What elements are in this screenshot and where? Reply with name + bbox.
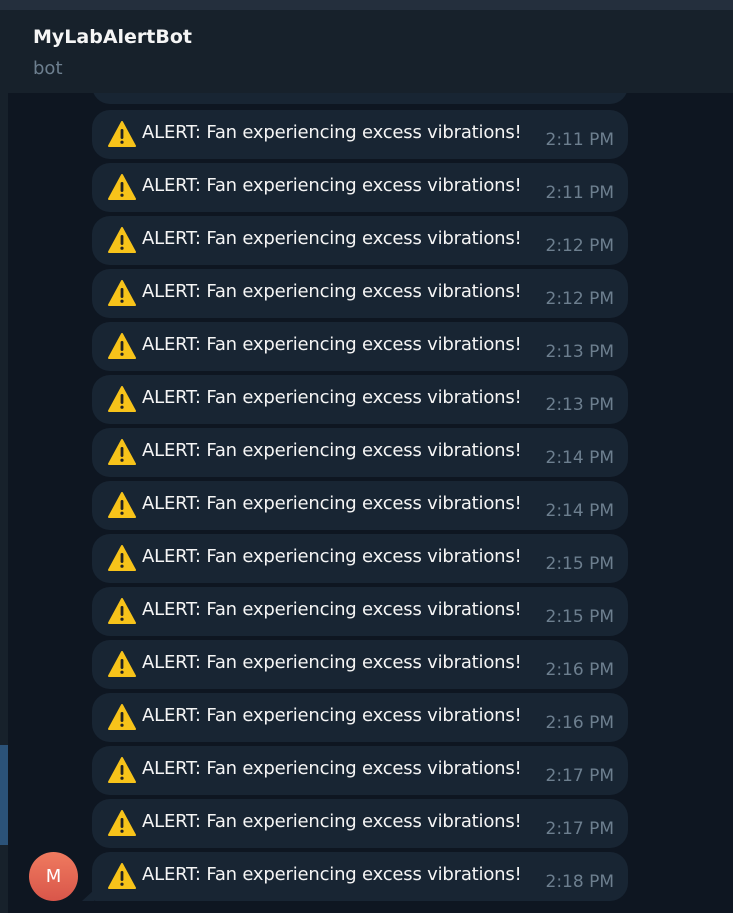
chat-header[interactable]: MyLabAlertBot bot [8,10,733,93]
message-bubble[interactable]: ALERT: Fan experiencing excess vibration… [92,375,628,424]
message-time: 2:17 PM [545,819,615,839]
message-time: 2:13 PM [545,395,615,415]
message-time: 2:14 PM [545,501,615,521]
message-text: ALERT: Fan experiencing excess vibration… [142,175,522,196]
message-bubble[interactable]: ALERT: Fan experiencing excess vibration… [92,269,628,318]
chat-subtitle: bot [33,58,63,79]
message-text: ALERT: Fan experiencing excess vibration… [142,493,522,514]
message-bubble[interactable]: ALERT: Fan experiencing excess vibration… [92,587,628,636]
warning-icon [108,757,136,783]
warning-icon [108,227,136,253]
warning-icon [108,174,136,200]
message-bubble[interactable]: ALERT: Fan experiencing excess vibration… [92,110,628,159]
warning-icon [108,492,136,518]
warning-icon [108,333,136,359]
message-text: ALERT: Fan experiencing excess vibration… [142,705,522,726]
message-time: 2:16 PM [545,660,615,680]
message-bubble[interactable]: ALERT: Fan experiencing excess vibration… [92,322,628,371]
message-bubble[interactable]: ALERT: Fan experiencing excess vibration… [92,428,628,477]
avatar[interactable]: M [29,852,78,901]
message-text: ALERT: Fan experiencing excess vibration… [142,228,522,249]
message-bubble[interactable]: ALERT: Fan experiencing excess vibration… [92,693,628,742]
message-bubble[interactable]: ALERT: Fan experiencing excess vibration… [92,799,628,848]
message-list[interactable]: ALERT: Fan experiencing excess vibration… [0,0,733,913]
message-text: ALERT: Fan experiencing excess vibration… [142,334,522,355]
message-time: 2:15 PM [545,554,615,574]
message-text: ALERT: Fan experiencing excess vibration… [142,758,522,779]
message-bubble[interactable]: ALERT: Fan experiencing excess vibration… [92,481,628,530]
message-time: 2:15 PM [545,607,615,627]
message-time: 2:12 PM [545,289,615,309]
warning-icon [108,863,136,889]
message-text: ALERT: Fan experiencing excess vibration… [142,281,522,302]
message-bubble[interactable]: ALERT: Fan experiencing excess vibration… [92,852,628,901]
warning-icon [108,810,136,836]
message-bubble[interactable]: ALERT: Fan experiencing excess vibration… [92,216,628,265]
message-text: ALERT: Fan experiencing excess vibration… [142,387,522,408]
message-text: ALERT: Fan experiencing excess vibration… [142,599,522,620]
message-time: 2:11 PM [545,183,615,203]
message-text: ALERT: Fan experiencing excess vibration… [142,864,522,885]
warning-icon [108,439,136,465]
message-text: ALERT: Fan experiencing excess vibration… [142,811,522,832]
warning-icon [108,704,136,730]
message-time: 2:11 PM [545,130,615,150]
avatar-initial: M [45,866,62,887]
warning-icon [108,545,136,571]
chat-title: MyLabAlertBot [33,26,192,48]
message-time: 2:13 PM [545,342,615,362]
message-text: ALERT: Fan experiencing excess vibration… [142,546,522,567]
warning-icon [108,386,136,412]
message-bubble[interactable]: ALERT: Fan experiencing excess vibration… [92,534,628,583]
message-time: 2:16 PM [545,713,615,733]
warning-icon [108,598,136,624]
message-text: ALERT: Fan experiencing excess vibration… [142,440,522,461]
message-time: 2:12 PM [545,236,615,256]
message-text: ALERT: Fan experiencing excess vibration… [142,122,522,143]
warning-icon [108,651,136,677]
message-time: 2:17 PM [545,766,615,786]
message-time: 2:18 PM [545,872,615,892]
message-bubble[interactable]: ALERT: Fan experiencing excess vibration… [92,163,628,212]
warning-icon [108,121,136,147]
message-bubble[interactable]: ALERT: Fan experiencing excess vibration… [92,640,628,689]
warning-icon [108,280,136,306]
message-time: 2:14 PM [545,448,615,468]
message-text: ALERT: Fan experiencing excess vibration… [142,652,522,673]
message-bubble[interactable]: ALERT: Fan experiencing excess vibration… [92,746,628,795]
